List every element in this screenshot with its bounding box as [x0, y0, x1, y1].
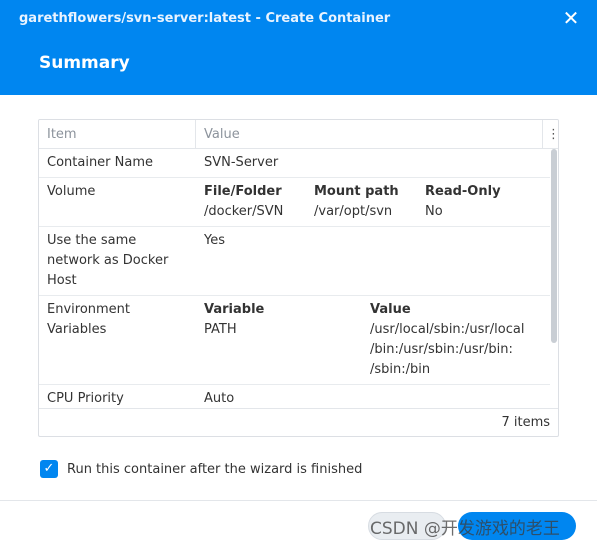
row-label: Use the same network as Docker Host — [47, 233, 169, 288]
row-label: Volume — [47, 184, 96, 199]
sub-value: PATH — [204, 322, 237, 337]
row-label: Container Name — [47, 155, 154, 170]
env-variable: Variable PATH — [204, 300, 264, 340]
row-value: Auto — [204, 391, 235, 406]
table-row: CPU Priority Auto — [39, 385, 550, 407]
env-value: Value /usr/local/sbin:/usr/local /bin:/u… — [370, 300, 542, 380]
scrollbar-thumb[interactable] — [551, 149, 557, 343]
sub-header: Read-Only — [425, 184, 501, 199]
more-vertical-icon[interactable]: ⋮ — [547, 120, 558, 149]
grid-footer: 7 items — [39, 408, 558, 436]
window-title: garethflowers/svn-server:latest - Create… — [19, 11, 391, 26]
checkbox-label[interactable]: Run this container after the wizard is f… — [67, 462, 362, 477]
scrollbar[interactable] — [550, 149, 558, 407]
row-label: Environment Variables — [47, 302, 131, 337]
table-row: Environment Variables Variable PATH Valu… — [39, 296, 550, 385]
row-label: CPU Priority — [47, 391, 124, 406]
column-divider[interactable] — [542, 120, 543, 149]
table-row: Volume File/Folder /docker/SVN Mount pat… — [39, 178, 550, 227]
grid-header: Item Value ⋮ — [39, 120, 558, 149]
sub-header: Value — [370, 302, 411, 317]
run-after-wizard-checkbox[interactable]: ✓ Run this container after the wizard is… — [40, 460, 362, 478]
sub-value: No — [425, 204, 443, 219]
column-header-item[interactable]: Item — [47, 120, 77, 149]
column-divider[interactable] — [195, 120, 196, 149]
sub-value: /docker/SVN — [204, 204, 284, 219]
column-header-value[interactable]: Value — [204, 120, 240, 149]
close-icon[interactable]: ✕ — [561, 8, 581, 28]
table-row: Container Name SVN-Server — [39, 149, 550, 178]
volume-mount-path: Mount path /var/opt/svn — [314, 182, 399, 222]
row-value: Yes — [204, 233, 225, 248]
step-title: Summary — [39, 53, 130, 73]
dialog-header: garethflowers/svn-server:latest - Create… — [0, 0, 597, 95]
volume-read-only: Read-Only No — [425, 182, 501, 222]
sub-header: Variable — [204, 302, 265, 317]
sub-header: Mount path — [314, 184, 399, 199]
grid-body: Container Name SVN-Server Volume File/Fo… — [39, 149, 550, 407]
summary-grid: Item Value ⋮ Container Name SVN-Server V… — [38, 119, 559, 437]
sub-value: /usr/local/sbin:/usr/local /bin:/usr/sbi… — [370, 322, 525, 377]
footer-divider — [0, 500, 597, 501]
back-button[interactable] — [368, 512, 446, 540]
sub-value: /var/opt/svn — [314, 204, 393, 219]
item-count: 7 items — [501, 415, 550, 430]
volume-file-folder: File/Folder /docker/SVN — [204, 182, 283, 222]
row-value: SVN-Server — [204, 155, 279, 170]
table-row: Use the same network as Docker Host Yes — [39, 227, 550, 296]
sub-header: File/Folder — [204, 184, 282, 199]
checkmark-icon[interactable]: ✓ — [40, 460, 58, 478]
done-button[interactable] — [458, 512, 576, 540]
